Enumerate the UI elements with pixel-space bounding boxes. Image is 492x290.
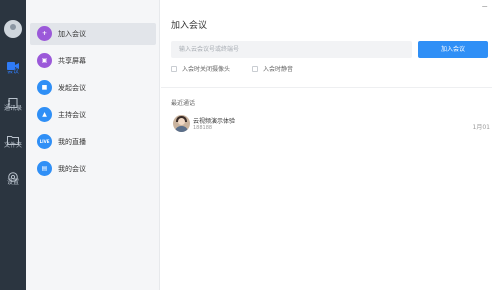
recent-call-date: 1月01 bbox=[472, 124, 490, 131]
contact-avatar bbox=[173, 115, 190, 132]
menu-item-label: 我的直播 bbox=[58, 138, 86, 146]
menu-item-host-meeting[interactable]: ▲ 主持会议 bbox=[30, 104, 156, 126]
rail-label: 通讯录 bbox=[3, 105, 22, 112]
video-icon: ■ bbox=[37, 80, 52, 95]
settings-icon bbox=[7, 167, 19, 182]
minimize-button[interactable]: − bbox=[481, 2, 488, 11]
option-label: 入会时静音 bbox=[263, 66, 294, 73]
recent-call-row[interactable]: 云视频演示体验 188188 1月01 bbox=[161, 112, 492, 136]
calendar-icon: ▤ bbox=[37, 161, 52, 176]
rail-item-contacts[interactable]: 通讯录 bbox=[0, 93, 26, 123]
rail-label: 文件夹 bbox=[3, 142, 22, 149]
rail-item-folder[interactable]: 文件夹 bbox=[0, 130, 26, 160]
plus-icon: + bbox=[37, 26, 52, 41]
menu-item-label: 主持会议 bbox=[58, 111, 86, 119]
meeting-number-input[interactable]: 输入云会议号或终端号 bbox=[171, 41, 412, 58]
user-avatar[interactable] bbox=[4, 20, 22, 38]
join-meeting-panel: − 加入会议 输入云会议号或终端号 加入会议 入会时关闭摄像头 入会时静音 最近… bbox=[161, 0, 492, 290]
menu-item-my-meetings[interactable]: ▤ 我的会议 bbox=[30, 158, 156, 180]
video-camera-icon bbox=[7, 56, 19, 70]
menu-item-label: 我的会议 bbox=[58, 165, 86, 173]
option-mute[interactable]: 入会时静音 bbox=[252, 65, 312, 74]
rail-item-settings[interactable]: 设置 bbox=[0, 167, 26, 197]
join-meeting-button[interactable]: 加入会议 bbox=[418, 41, 488, 58]
rail-item-meetings[interactable]: 会议 bbox=[0, 56, 26, 86]
live-icon: LIVE bbox=[37, 134, 52, 149]
menu-item-label: 共享屏幕 bbox=[58, 57, 86, 65]
option-label: 入会时关闭摄像头 bbox=[182, 66, 231, 73]
host-icon: ▲ bbox=[37, 107, 52, 122]
recent-calls-heading: 最近通话 bbox=[171, 100, 196, 107]
contacts-icon bbox=[7, 93, 19, 108]
recent-call-name: 云视频演示体验 bbox=[193, 118, 236, 125]
folder-icon bbox=[7, 130, 19, 145]
menu-item-my-live[interactable]: LIVE 我的直播 bbox=[30, 131, 156, 153]
menu-item-label: 加入会议 bbox=[58, 30, 86, 38]
rail-label: 设置 bbox=[6, 179, 19, 186]
recent-call-id: 188188 bbox=[193, 125, 213, 131]
rail-label: 会议 bbox=[6, 68, 19, 75]
menu-item-share-screen[interactable]: ▣ 共享屏幕 bbox=[30, 50, 156, 72]
menu-item-label: 发起会议 bbox=[58, 84, 86, 92]
menu-item-join-meeting[interactable]: + 加入会议 bbox=[30, 23, 156, 45]
mute-checkbox[interactable] bbox=[252, 66, 258, 72]
page-title: 加入会议 bbox=[171, 21, 208, 31]
function-menu: + 加入会议 ▣ 共享屏幕 ■ 发起会议 ▲ 主持会议 LIVE 我的直播 ▤ … bbox=[26, 0, 160, 290]
divider bbox=[161, 87, 492, 88]
left-rail: 会议 通讯录 文件夹 设置 bbox=[0, 0, 26, 290]
menu-item-start-meeting[interactable]: ■ 发起会议 bbox=[30, 77, 156, 99]
screen-share-icon: ▣ bbox=[37, 53, 52, 68]
option-camera-off[interactable]: 入会时关闭摄像头 bbox=[171, 65, 251, 74]
camera-off-checkbox[interactable] bbox=[171, 66, 177, 72]
